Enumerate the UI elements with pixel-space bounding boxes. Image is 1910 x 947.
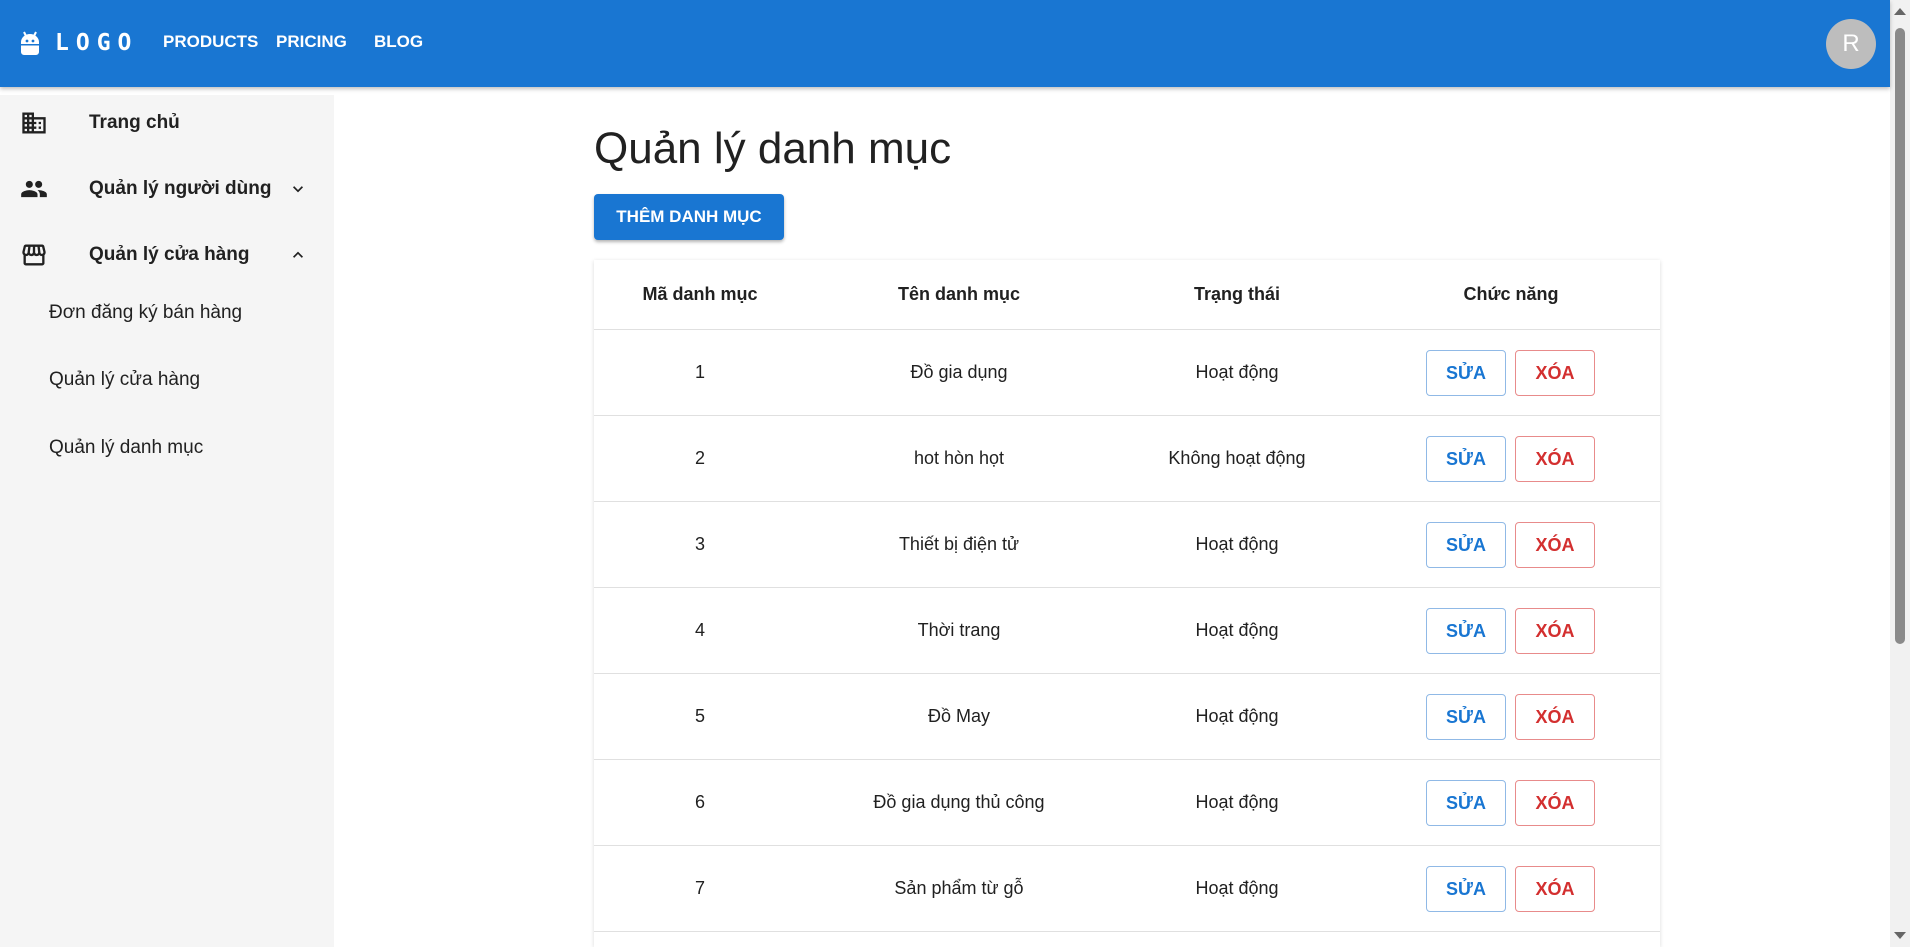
table-row: 1 Đồ gia dụng Hoạt động SỬA XÓA [594,330,1660,416]
header-status: Trạng thái [1193,284,1280,304]
category-name-cell: Đồ gia dụng thủ công [873,792,1045,812]
category-table: Mã danh mục Tên danh mục Trạng thái Chức… [594,260,1660,947]
sidebar-item-home[interactable]: Trang chủ [0,95,334,151]
category-id-cell: 7 [694,878,705,898]
nav-products[interactable]: PRODUCTS [163,32,258,52]
delete-button[interactable]: XÓA [1515,694,1595,740]
chevron-up-icon [293,251,303,258]
category-id-cell: 4 [694,620,705,640]
category-name-cell: Đồ May [927,706,990,726]
avatar[interactable]: R [1826,19,1876,69]
delete-button[interactable]: XÓA [1515,350,1595,396]
sidebar-subitem-seller-registration[interactable]: Đơn đăng ký bán hàng [0,285,334,341]
app-bar: LOGO PRODUCTS PRICING BLOG R [0,0,1890,87]
category-name-cell: Sản phẩm từ gỗ [894,878,1024,898]
nav-pricing[interactable]: PRICING [276,32,347,52]
status-cell: Hoạt động [1195,534,1279,554]
scroll-up-icon[interactable] [1894,8,1906,15]
category-name-cell: Đồ gia dụng [910,362,1008,382]
table-row: 7 Sản phẩm từ gỗ Hoạt động SỬA XÓA [594,846,1660,932]
delete-button[interactable]: XÓA [1515,436,1595,482]
table-row: 6 Đồ gia dụng thủ công Hoạt động SỬA XÓA [594,760,1660,846]
logo-text[interactable]: LOGO [55,30,138,56]
sidebar-subitem-label: Quản lý cửa hàng [49,369,201,390]
status-cell: Hoạt động [1195,792,1279,812]
sidebar-subitem-label: Đơn đăng ký bán hàng [49,302,243,323]
status-cell: Hoạt động [1195,362,1279,382]
sidebar-item-label: Trang chủ [89,112,180,133]
status-cell: Không hoạt động [1168,448,1306,468]
sidebar: Trang chủ Quản lý người dùng Quản lý cửa… [0,95,334,947]
edit-button[interactable]: SỬA [1426,866,1506,912]
category-name-cell: Thiết bị điện tử [898,534,1020,554]
header-category-name: Tên danh mục [897,284,1020,304]
scroll-down-icon[interactable] [1894,932,1906,939]
delete-button[interactable]: XÓA [1515,522,1595,568]
status-cell: Hoạt động [1195,878,1279,898]
page-scrollbar[interactable] [1890,0,1910,947]
sidebar-item-stores[interactable]: Quản lý cửa hàng [0,227,334,283]
category-name-cell: Thời trang [917,620,1001,640]
chevron-down-icon [293,186,303,193]
edit-button[interactable]: SỬA [1426,780,1506,826]
status-cell: Hoạt động [1195,620,1279,640]
sidebar-subitem-category-management[interactable]: Quản lý danh mục [0,420,334,476]
category-id-cell: 5 [694,706,705,726]
nav-blog[interactable]: BLOG [374,32,423,52]
sidebar-item-label: Quản lý người dùng [89,178,272,199]
edit-button[interactable]: SỬA [1426,350,1506,396]
edit-button[interactable]: SỬA [1426,694,1506,740]
delete-button[interactable]: XÓA [1515,780,1595,826]
android-logo-icon[interactable] [18,30,42,58]
scrollbar-thumb[interactable] [1895,28,1905,644]
category-id-cell: 6 [694,792,705,812]
sidebar-subitem-label: Quản lý danh mục [49,437,204,458]
category-id-cell: 2 [694,448,705,468]
edit-button[interactable]: SỬA [1426,436,1506,482]
status-cell: Hoạt động [1195,706,1279,726]
sidebar-item-label: Quản lý cửa hàng [89,244,250,265]
people-icon [21,180,47,198]
category-name-cell: hot hòn họt [913,448,1005,468]
table-row: 2 hot hòn họt Không hoạt động SỬA XÓA [594,416,1660,502]
header-category-id: Mã danh mục [642,284,758,304]
page-title: Quản lý danh mục [594,124,952,173]
store-icon [22,244,46,266]
header-actions: Chức năng [1463,284,1559,304]
table-row: 4 Thời trang Hoạt động SỬA XÓA [594,588,1660,674]
category-id-cell: 1 [694,362,705,382]
building-icon [22,112,46,134]
table-row: 5 Đồ May Hoạt động SỬA XÓA [594,674,1660,760]
delete-button[interactable]: XÓA [1515,608,1595,654]
sidebar-item-users[interactable]: Quản lý người dùng [0,161,334,217]
edit-button[interactable]: SỬA [1426,608,1506,654]
category-id-cell: 3 [694,534,705,554]
table-row: 3 Thiết bị điện tử Hoạt động SỬA XÓA [594,502,1660,588]
sidebar-subitem-store-management[interactable]: Quản lý cửa hàng [0,352,334,408]
add-category-button[interactable]: THÊM DANH MỤC [594,194,784,240]
delete-button[interactable]: XÓA [1515,866,1595,912]
edit-button[interactable]: SỬA [1426,522,1506,568]
table-header: Mã danh mục Tên danh mục Trạng thái Chức… [594,260,1660,330]
